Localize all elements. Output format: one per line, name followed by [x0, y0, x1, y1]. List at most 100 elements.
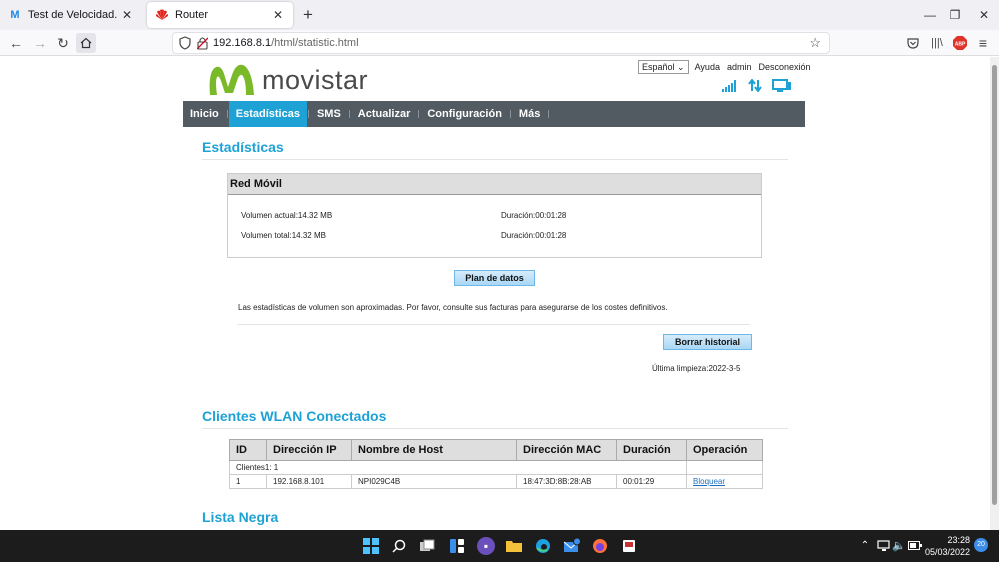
forward-arrow-icon[interactable]: → [30, 33, 50, 53]
client-duration: 00:01:29 [616, 474, 687, 489]
logout-link[interactable]: Desconexión [758, 62, 810, 72]
notification-count-badge[interactable]: 20 [974, 538, 988, 552]
col-operation: Operación [686, 439, 763, 461]
menu-item-sms[interactable]: SMS [310, 101, 348, 127]
menu-item-inicio[interactable]: Inicio [183, 101, 226, 127]
clients-summary: Clientes1: 1 [229, 460, 687, 475]
clock-date: 05/03/2022 [924, 547, 970, 557]
col-id: ID [229, 439, 267, 461]
show-hidden-icons-chevron-up-icon[interactable]: ⌃ [856, 537, 874, 555]
menu-item-configuracion[interactable]: Configuración [420, 101, 509, 127]
movistar-logo: movistar [206, 61, 369, 99]
client-mac: 18:47:3D:8B:28:AB [516, 474, 617, 489]
data-transfer-icon [748, 79, 762, 92]
close-tab-icon[interactable]: ✕ [271, 8, 285, 22]
movistar-m-icon [209, 64, 254, 95]
col-host: Nombre de Host [351, 439, 517, 461]
client-action-cell: Bloquear [686, 474, 763, 489]
total-duration: Duración:00:01:28 [501, 231, 567, 240]
scrollbar-thumb[interactable] [992, 65, 997, 505]
status-icons [722, 79, 792, 92]
menu-separator [226, 110, 228, 118]
language-select[interactable]: Español ⌄ [638, 60, 689, 74]
language-value: Español [642, 62, 675, 72]
file-explorer-icon[interactable] [505, 537, 523, 555]
col-ip: Dirección IP [266, 439, 352, 461]
block-client-link[interactable]: Bloquear [693, 477, 725, 486]
svg-text:ABP: ABP [955, 42, 966, 48]
movistar-favicon-icon: M [10, 9, 20, 21]
blacklist-section-title: Lista Negra [202, 509, 279, 525]
clock-time: 23:28 [947, 535, 970, 545]
clear-history-button[interactable]: Borrar historial [663, 334, 752, 350]
menu-separator [548, 110, 550, 118]
url-host: 192.168.8.1 [213, 37, 272, 49]
col-mac: Dirección MAC [516, 439, 617, 461]
firefox-icon[interactable] [591, 537, 609, 555]
menu-separator [418, 110, 420, 118]
mobile-network-stats-box: Red Móvil Volumen actual:14.32 MB Duraci… [227, 173, 762, 258]
url-bar[interactable]: 192.168.8.1/html/statistic.html ☆ [172, 32, 830, 54]
menu-separator [509, 110, 511, 118]
mail-icon[interactable] [563, 537, 581, 555]
table-row: 1 192.168.8.101 NPI029C4B 18:47:3D:8B:28… [229, 474, 763, 489]
tab-title: Test de Velocidad. Comprueba [28, 9, 120, 21]
browser-tab-bar: M Test de Velocidad. Comprueba ✕ Router … [0, 0, 999, 30]
system-clock[interactable]: 23:28 05/03/2022 [920, 534, 970, 558]
stats-section-title: Estadísticas [202, 139, 284, 155]
close-window-icon[interactable]: ✕ [961, 0, 999, 30]
snipping-tool-icon[interactable] [620, 537, 638, 555]
adblock-icon[interactable]: ABP [950, 33, 970, 53]
client-ip: 192.168.8.101 [266, 474, 352, 489]
tab-speed-test[interactable]: M Test de Velocidad. Comprueba ✕ [0, 2, 142, 28]
current-volume: Volumen actual:14.32 MB [241, 211, 333, 220]
router-page: movistar Español ⌄ Ayuda admin Desconexi… [0, 57, 990, 530]
logo-text: movistar [262, 65, 369, 95]
main-menu: Inicio Estadísticas SMS Actualizar Confi… [183, 101, 805, 127]
client-host: NPI029C4B [351, 474, 517, 489]
menu-item-mas[interactable]: Más [512, 101, 547, 127]
widgets-icon[interactable] [448, 537, 466, 555]
shield-icon[interactable] [179, 36, 191, 53]
url-text[interactable]: 192.168.8.1/html/statistic.html [213, 37, 359, 49]
box-title: Red Móvil [228, 174, 761, 195]
wlan-clients-table: ID Dirección IP Nombre de Host Dirección… [229, 439, 763, 489]
teams-chat-icon[interactable]: ▪ [477, 537, 495, 555]
wlan-clients-section-title: Clientes WLAN Conectados [202, 408, 387, 424]
windows-taskbar: ▪ ⌃ 🔈 23:28 05/03/2022 20 [0, 530, 999, 562]
start-windows-icon[interactable] [362, 537, 380, 555]
insecure-lock-icon[interactable] [196, 36, 209, 55]
close-tab-icon[interactable]: ✕ [120, 8, 134, 22]
tab-router[interactable]: Router ✕ [147, 2, 293, 28]
page-scrollbar[interactable] [990, 57, 999, 530]
header-links: Español ⌄ Ayuda admin Desconexión [638, 60, 818, 74]
chevron-down-icon: ⌄ [677, 61, 685, 72]
last-clean-date: Última limpieza:2022-3-5 [652, 364, 741, 373]
url-path: /html/statistic.html [271, 37, 359, 49]
task-view-icon[interactable] [418, 537, 436, 555]
menu-item-estadisticas[interactable]: Estadísticas [228, 101, 307, 127]
divider [202, 428, 788, 429]
data-plan-button[interactable]: Plan de datos [454, 270, 535, 286]
client-id: 1 [229, 474, 267, 489]
new-tab-button[interactable]: + [298, 5, 318, 25]
reload-icon[interactable]: ↻ [53, 33, 73, 53]
library-icon[interactable]: |||\ [927, 33, 947, 53]
home-icon[interactable] [76, 33, 96, 53]
help-link[interactable]: Ayuda [695, 62, 720, 72]
empty-cell [686, 460, 763, 475]
current-duration: Duración:00:01:28 [501, 211, 567, 220]
divider [202, 159, 788, 160]
divider [237, 324, 750, 325]
back-arrow-icon[interactable]: ← [6, 33, 26, 53]
bookmark-star-icon[interactable]: ☆ [809, 35, 821, 51]
menu-hamburger-icon[interactable]: ≡ [973, 33, 993, 53]
menu-separator [307, 110, 309, 118]
pocket-icon[interactable] [903, 33, 923, 53]
search-icon[interactable] [390, 537, 408, 555]
menu-item-actualizar[interactable]: Actualizar [351, 101, 418, 127]
total-volume: Volumen total:14.32 MB [241, 231, 326, 240]
edge-browser-icon[interactable] [534, 537, 552, 555]
tab-title: Router [175, 9, 209, 21]
menu-separator [348, 110, 350, 118]
